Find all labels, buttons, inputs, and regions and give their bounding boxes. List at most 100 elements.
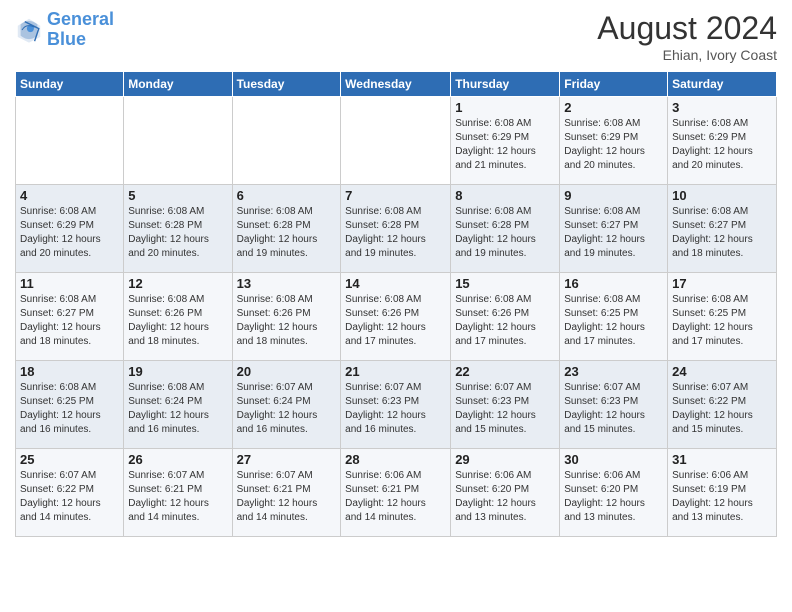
day-number: 9 xyxy=(564,188,663,203)
day-info: Sunrise: 6:07 AM Sunset: 6:22 PM Dayligh… xyxy=(672,381,772,437)
calendar-cell: 21Sunrise: 6:07 AM Sunset: 6:23 PM Dayli… xyxy=(341,361,451,449)
calendar-cell: 29 Sunrise: 6:06 AM Sunset: 6:20 PM Dayli… xyxy=(451,449,560,537)
month-year: August 2024 xyxy=(597,10,777,47)
day-number: 12 xyxy=(128,276,227,291)
calendar-cell: 11 Sunrise: 6:08 AM Sunset: 6:27 PM Dayli… xyxy=(16,273,124,361)
col-tuesday: Tuesday xyxy=(232,72,341,97)
day-number: 16 xyxy=(564,276,663,291)
day-number: 24 xyxy=(672,364,772,379)
location: Ehian, Ivory Coast xyxy=(597,47,777,63)
calendar-cell: 9 Sunrise: 6:08 AM Sunset: 6:27 PM Daylig… xyxy=(560,185,668,273)
day-info: Sunrise: 6:08 AM Sunset: 6:28 PM Dayligh… xyxy=(237,205,337,261)
day-info: Sunrise: 6:08 AM Sunset: 6:26 PM Dayligh… xyxy=(345,293,446,349)
day-number: 10 xyxy=(672,188,772,203)
calendar-cell: 4 Sunrise: 6:08 AM Sunset: 6:29 PM Daylig… xyxy=(16,185,124,273)
calendar-cell: 23 Sunrise: 6:07 AM Sunset: 6:23 PM Dayli… xyxy=(560,361,668,449)
day-info: Sunrise: 6:08 AM Sunset: 6:26 PM Dayligh… xyxy=(237,293,337,349)
title-block: August 2024 Ehian, Ivory Coast xyxy=(597,10,777,63)
day-number: 14 xyxy=(345,276,446,291)
calendar-cell: 15 Sunrise: 6:08 AM Sunset: 6:26 PM Dayli… xyxy=(451,273,560,361)
day-info: Sunrise: 6:08 AM Sunset: 6:29 PM Dayligh… xyxy=(564,117,663,173)
logo: General Blue xyxy=(15,10,114,50)
day-number: 30 xyxy=(564,452,663,467)
day-info: Sunrise: 6:08 AM Sunset: 6:27 PM Dayligh… xyxy=(564,205,663,261)
calendar-cell: 1 Sunrise: 6:08 AM Sunset: 6:29 PM Daylig… xyxy=(451,97,560,185)
logo-text: General Blue xyxy=(47,10,114,50)
day-info: Sunrise: 6:08 AM Sunset: 6:26 PM Dayligh… xyxy=(455,293,555,349)
calendar-cell: 27 Sunrise: 6:07 AM Sunset: 6:21 PM Dayli… xyxy=(232,449,341,537)
day-number: 17 xyxy=(672,276,772,291)
calendar-cell: 13 Sunrise: 6:08 AM Sunset: 6:26 PM Dayli… xyxy=(232,273,341,361)
calendar-cell: 3Sunrise: 6:08 AM Sunset: 6:29 PM Daylig… xyxy=(668,97,777,185)
calendar-cell: 31 Sunrise: 6:06 AM Sunset: 6:19 PM Dayli… xyxy=(668,449,777,537)
day-number: 27 xyxy=(237,452,337,467)
calendar-cell: 19Sunrise: 6:08 AM Sunset: 6:24 PM Dayli… xyxy=(124,361,232,449)
col-thursday: Thursday xyxy=(451,72,560,97)
day-number: 7 xyxy=(345,188,446,203)
col-saturday: Saturday xyxy=(668,72,777,97)
day-number: 25 xyxy=(20,452,119,467)
day-number: 1 xyxy=(455,100,555,115)
calendar-cell: 14 Sunrise: 6:08 AM Sunset: 6:26 PM Dayli… xyxy=(341,273,451,361)
day-number: 4 xyxy=(20,188,119,203)
day-info: Sunrise: 6:06 AM Sunset: 6:19 PM Dayligh… xyxy=(672,469,772,525)
day-number: 5 xyxy=(128,188,227,203)
calendar-cell: 26Sunrise: 6:07 AM Sunset: 6:21 PM Dayli… xyxy=(124,449,232,537)
calendar-week-3: 18 Sunrise: 6:08 AM Sunset: 6:25 PM Dayli… xyxy=(16,361,777,449)
day-info: Sunrise: 6:08 AM Sunset: 6:27 PM Dayligh… xyxy=(20,293,119,349)
calendar-cell: 28Sunrise: 6:06 AM Sunset: 6:21 PM Dayli… xyxy=(341,449,451,537)
calendar-cell: 7 Sunrise: 6:08 AM Sunset: 6:28 PM Daylig… xyxy=(341,185,451,273)
calendar-cell: 5Sunrise: 6:08 AM Sunset: 6:28 PM Daylig… xyxy=(124,185,232,273)
calendar-week-4: 25 Sunrise: 6:07 AM Sunset: 6:22 PM Dayli… xyxy=(16,449,777,537)
day-info: Sunrise: 6:07 AM Sunset: 6:21 PM Dayligh… xyxy=(237,469,337,525)
calendar-cell xyxy=(341,97,451,185)
day-number: 2 xyxy=(564,100,663,115)
calendar-cell: 30 Sunrise: 6:06 AM Sunset: 6:20 PM Dayli… xyxy=(560,449,668,537)
day-number: 28 xyxy=(345,452,446,467)
day-info: Sunrise: 6:08 AM Sunset: 6:25 PM Dayligh… xyxy=(672,293,772,349)
day-number: 31 xyxy=(672,452,772,467)
day-number: 15 xyxy=(455,276,555,291)
day-info: Sunrise: 6:08 AM Sunset: 6:26 PM Dayligh… xyxy=(128,293,227,349)
day-number: 8 xyxy=(455,188,555,203)
day-info: Sunrise: 6:07 AM Sunset: 6:24 PM Dayligh… xyxy=(237,381,337,437)
calendar-cell: 25 Sunrise: 6:07 AM Sunset: 6:22 PM Dayli… xyxy=(16,449,124,537)
day-info: Sunrise: 6:08 AM Sunset: 6:29 PM Dayligh… xyxy=(672,117,772,173)
calendar-cell: 17 Sunrise: 6:08 AM Sunset: 6:25 PM Dayli… xyxy=(668,273,777,361)
calendar-cell xyxy=(232,97,341,185)
calendar-cell: 10 Sunrise: 6:08 AM Sunset: 6:27 PM Dayli… xyxy=(668,185,777,273)
day-info: Sunrise: 6:08 AM Sunset: 6:28 PM Dayligh… xyxy=(455,205,555,261)
day-info: Sunrise: 6:08 AM Sunset: 6:25 PM Dayligh… xyxy=(564,293,663,349)
calendar-cell: 6 Sunrise: 6:08 AM Sunset: 6:28 PM Daylig… xyxy=(232,185,341,273)
day-info: Sunrise: 6:07 AM Sunset: 6:21 PM Dayligh… xyxy=(128,469,227,525)
calendar-cell: 20 Sunrise: 6:07 AM Sunset: 6:24 PM Dayli… xyxy=(232,361,341,449)
calendar-cell xyxy=(124,97,232,185)
day-number: 20 xyxy=(237,364,337,379)
col-friday: Friday xyxy=(560,72,668,97)
col-monday: Monday xyxy=(124,72,232,97)
day-info: Sunrise: 6:08 AM Sunset: 6:29 PM Dayligh… xyxy=(20,205,119,261)
day-number: 22 xyxy=(455,364,555,379)
calendar: Sunday Monday Tuesday Wednesday Thursday… xyxy=(15,71,777,537)
calendar-cell: 12 Sunrise: 6:08 AM Sunset: 6:26 PM Dayli… xyxy=(124,273,232,361)
day-info: Sunrise: 6:08 AM Sunset: 6:27 PM Dayligh… xyxy=(672,205,772,261)
day-number: 18 xyxy=(20,364,119,379)
logo-line1: General xyxy=(47,9,114,29)
day-info: Sunrise: 6:07 AM Sunset: 6:23 PM Dayligh… xyxy=(564,381,663,437)
day-info: Sunrise: 6:06 AM Sunset: 6:20 PM Dayligh… xyxy=(455,469,555,525)
day-number: 29 xyxy=(455,452,555,467)
day-number: 6 xyxy=(237,188,337,203)
day-number: 11 xyxy=(20,276,119,291)
day-info: Sunrise: 6:07 AM Sunset: 6:23 PM Dayligh… xyxy=(345,381,446,437)
day-info: Sunrise: 6:07 AM Sunset: 6:22 PM Dayligh… xyxy=(20,469,119,525)
day-info: Sunrise: 6:06 AM Sunset: 6:20 PM Dayligh… xyxy=(564,469,663,525)
day-info: Sunrise: 6:08 AM Sunset: 6:28 PM Dayligh… xyxy=(345,205,446,261)
logo-line2: Blue xyxy=(47,29,86,49)
calendar-week-2: 11 Sunrise: 6:08 AM Sunset: 6:27 PM Dayli… xyxy=(16,273,777,361)
calendar-cell: 18 Sunrise: 6:08 AM Sunset: 6:25 PM Dayli… xyxy=(16,361,124,449)
day-info: Sunrise: 6:08 AM Sunset: 6:29 PM Dayligh… xyxy=(455,117,555,173)
day-number: 13 xyxy=(237,276,337,291)
day-info: Sunrise: 6:08 AM Sunset: 6:25 PM Dayligh… xyxy=(20,381,119,437)
day-number: 23 xyxy=(564,364,663,379)
calendar-week-1: 4 Sunrise: 6:08 AM Sunset: 6:29 PM Daylig… xyxy=(16,185,777,273)
